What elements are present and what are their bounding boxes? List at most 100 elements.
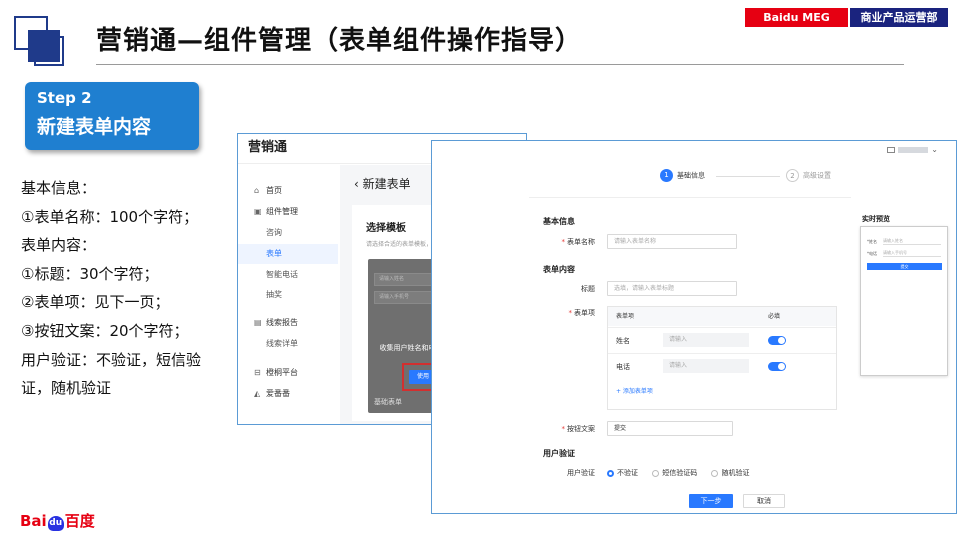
preview-title: 实时预览 xyxy=(862,215,890,223)
baidu-logo-cn: 百度 xyxy=(64,512,95,530)
step-dot: 2 xyxy=(786,169,799,182)
info-line: ②表单项：见下一页； xyxy=(21,293,170,312)
sidebar-item-report[interactable]: ▤ 线索报告 xyxy=(238,313,338,333)
info-line: 表单内容： xyxy=(21,236,97,255)
info-line: ③按钮文案：20个字符； xyxy=(21,321,189,340)
preview-input: 请输入姓名 xyxy=(883,238,941,245)
row-input[interactable]: 请输入 xyxy=(663,333,749,347)
title-input[interactable]: 选填，请输入表单标题 xyxy=(607,281,737,296)
platform-icon: ⊟ xyxy=(254,368,261,377)
title-label: 标题 xyxy=(581,285,595,293)
sidebar-item-lead-detail[interactable]: 线索详单 xyxy=(238,334,338,354)
info-line: 证，随机验证 xyxy=(21,379,112,398)
required-toggle[interactable] xyxy=(768,336,786,345)
col-item: 表单项 xyxy=(616,313,635,320)
back-breadcrumb[interactable]: ‹ 新建表单 xyxy=(354,175,411,192)
row-input[interactable]: 请输入 xyxy=(663,359,749,373)
step-separator xyxy=(716,176,780,177)
report-icon: ▤ xyxy=(254,318,262,327)
button-text-input[interactable]: 提交 xyxy=(607,421,733,436)
aifanfan-icon: ◭ xyxy=(254,389,261,398)
sidebar-item-label: 线索报告 xyxy=(266,318,298,327)
preview-input: 请输入手机号 xyxy=(883,250,941,257)
step-number: Step 2 xyxy=(37,89,92,107)
department-badge: 商业产品运营部 xyxy=(850,8,948,27)
sidebar-item-label: 首页 xyxy=(266,186,282,195)
section-basic: 基本信息 xyxy=(543,217,575,226)
cancel-button[interactable]: 取消 xyxy=(743,494,785,508)
form-name-input[interactable]: 请输入表单名称 xyxy=(607,234,737,249)
items-table: 表单项 必填 姓名 请输入 电话 请输入 + 添加表单项 xyxy=(607,306,837,410)
sidebar-item-home[interactable]: ⌂ 首页 xyxy=(238,181,338,201)
user-bar[interactable]: ⌄ xyxy=(887,145,938,154)
baidu-meg-badge: Baidu MEG xyxy=(745,8,848,27)
home-icon: ⌂ xyxy=(254,186,260,195)
sidebar-item-component[interactable]: ▣ 组件管理 xyxy=(238,202,338,222)
card-title: 选择模板 xyxy=(366,223,406,234)
verify-option-random[interactable]: 随机验证 xyxy=(711,468,749,478)
table-row: 电话 请输入 xyxy=(608,353,836,379)
title-divider xyxy=(96,64,904,65)
section-verify: 用户验证 xyxy=(543,449,575,458)
radio-icon xyxy=(711,469,719,477)
verify-option-sms[interactable]: 短信验证码 xyxy=(652,468,697,478)
preview-label: *姓名 xyxy=(867,239,877,244)
verify-option-none[interactable]: 不验证 xyxy=(607,468,638,478)
row-name: 姓名 xyxy=(616,337,630,345)
sidebar-item-platform[interactable]: ⊟ 橙桐平台 xyxy=(238,363,338,383)
section-content: 表单内容 xyxy=(543,265,575,274)
sidebar-item-consult[interactable]: 咨询 xyxy=(238,223,338,243)
add-item-link[interactable]: + 添加表单项 xyxy=(616,387,666,396)
radio-selected-icon xyxy=(607,469,614,477)
verify-radio-group: 不验证 短信验证码 随机验证 xyxy=(607,468,761,478)
table-row: 姓名 请输入 xyxy=(608,327,836,353)
slide-title: 营销通—组件管理（表单组件操作指导） xyxy=(96,26,583,56)
step-dot: 1 xyxy=(660,169,673,182)
sidebar-item-form[interactable]: 表单 xyxy=(238,244,338,264)
sidebar-item-label: 爱番番 xyxy=(266,389,290,398)
step-label: 基础信息 xyxy=(677,171,705,180)
radio-icon xyxy=(652,469,660,477)
step-advanced: 2 高级设置 xyxy=(786,169,831,182)
slide-logo-mark xyxy=(14,16,66,68)
step-box: Step 2 新建表单内容 xyxy=(25,82,199,150)
sidebar: ⌂ 首页 ▣ 组件管理 咨询 表单 智能电话 抽奖 ▤ 线索报告 线索详单 ⊟ 橙桐平台… xyxy=(238,165,338,424)
radio-label: 短信验证码 xyxy=(662,469,698,477)
template-label: 基础表单 xyxy=(374,398,402,406)
info-line: ①标题：30个字符； xyxy=(21,264,159,283)
mail-icon xyxy=(887,146,896,153)
items-label: * 表单项 xyxy=(568,309,596,317)
col-required: 必填 xyxy=(768,313,781,320)
next-button[interactable]: 下一步 xyxy=(689,494,733,508)
preview-label: *电话 xyxy=(867,251,877,256)
table-header: 表单项 必填 xyxy=(608,307,836,326)
component-icon: ▣ xyxy=(254,207,262,216)
step-label: 高级设置 xyxy=(803,171,831,180)
app-screenshot-form: ⌄ 1 基础信息 2 高级设置 基本信息 * 表单名称 请输入表单名称 表单内容 标题… xyxy=(431,140,957,514)
chevron-down-icon: ⌄ xyxy=(931,145,938,154)
sidebar-item-lottery[interactable]: 抽奖 xyxy=(238,285,338,305)
paw-icon: du xyxy=(47,516,64,531)
step-basic: 1 基础信息 xyxy=(660,169,705,182)
live-preview: *姓名 请输入姓名 *电话 请输入手机号 提交 xyxy=(860,226,948,376)
required-toggle[interactable] xyxy=(768,362,786,371)
baidu-logo-text: Bai xyxy=(20,512,47,530)
info-line: 基本信息： xyxy=(21,179,97,197)
info-list: 基本信息： ①表单名称：100个字符； 表单内容： ①标题：30个字符； ②表单… xyxy=(21,174,231,403)
sidebar-item-smart-call[interactable]: 智能电话 xyxy=(238,265,338,285)
radio-label: 随机验证 xyxy=(721,469,750,477)
sidebar-item-label: 组件管理 xyxy=(266,207,298,216)
button-text-label: * 按钮文案 xyxy=(561,425,596,433)
info-line: ①表单名称：100个字符； xyxy=(21,207,199,226)
step-name: 新建表单内容 xyxy=(37,116,152,138)
form-area: 基本信息 * 表单名称 请输入表单名称 表单内容 标题 选填，请输入表单标题 * 表… xyxy=(529,197,851,513)
user-name-blurred xyxy=(898,146,929,153)
sidebar-item-aifanfan[interactable]: ◭ 爱番番 xyxy=(238,384,338,404)
form-name-label: * 表单名称 xyxy=(561,238,596,246)
info-line: 用户验证：不验证，短信验 xyxy=(21,350,202,369)
preview-submit-button: 提交 xyxy=(867,263,942,270)
baidu-logo: Bai du 百度 xyxy=(20,510,95,531)
row-name: 电话 xyxy=(616,363,630,371)
verify-label: 用户验证 xyxy=(567,469,595,477)
sidebar-item-label: 橙桐平台 xyxy=(266,368,298,377)
